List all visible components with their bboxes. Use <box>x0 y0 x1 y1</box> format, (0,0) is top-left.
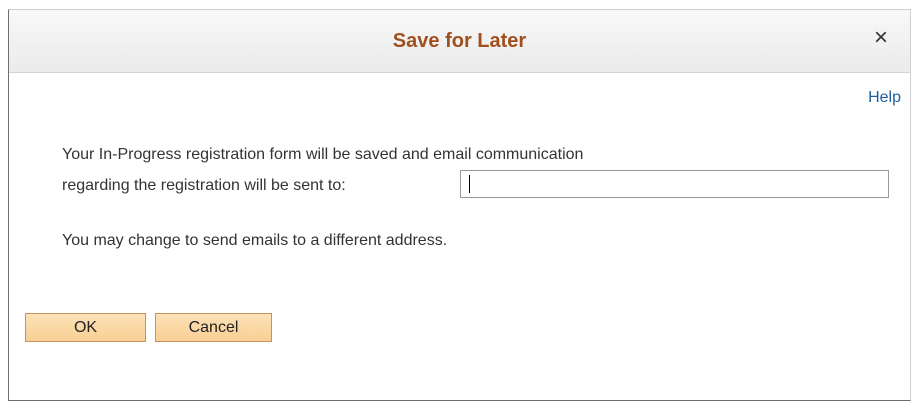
message-line-1: Your In-Progress registration form will … <box>62 146 584 163</box>
dialog-title: Save for Later <box>392 30 527 52</box>
cancel-button[interactable]: Cancel <box>155 313 272 342</box>
text-cursor <box>469 175 470 193</box>
close-icon[interactable]: × <box>870 26 892 50</box>
save-for-later-dialog: Save for Later × Help Your In-Progress r… <box>8 9 911 401</box>
message-line-3: You may change to send emails to a diffe… <box>62 232 448 249</box>
email-address-input[interactable] <box>460 170 889 198</box>
help-link[interactable]: Help <box>868 89 901 107</box>
ok-button[interactable]: OK <box>25 313 146 342</box>
dialog-titlebar: Save for Later × <box>9 10 910 73</box>
message-line-2: regarding the registration will be sent … <box>62 177 346 194</box>
